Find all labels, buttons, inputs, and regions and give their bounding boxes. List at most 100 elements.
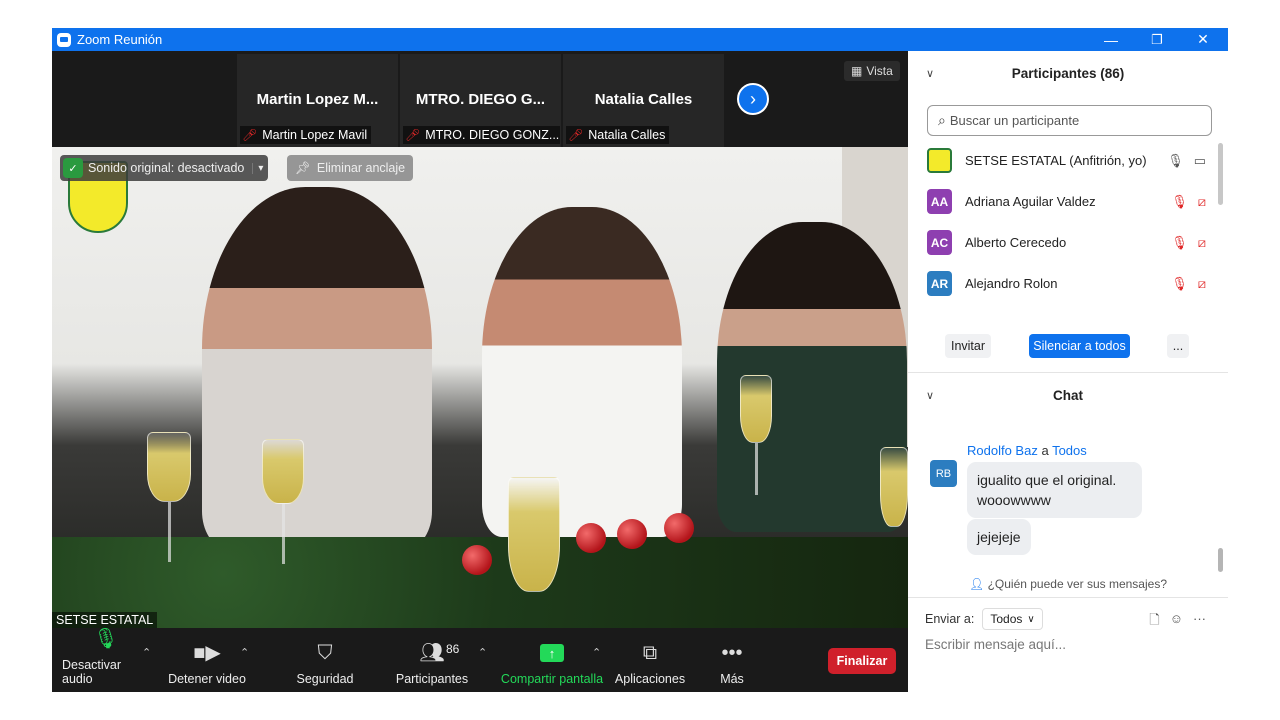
- video-glass: [262, 439, 304, 504]
- person-lock-icon: 👤︎: [968, 577, 985, 591]
- chat-message[interactable]: igualito que el original. wooowwww: [967, 462, 1142, 518]
- chevron-up-icon[interactable]: ⌃: [240, 646, 249, 659]
- avatar: AR: [927, 271, 952, 296]
- avatar: RB: [930, 460, 957, 487]
- video-ornament: [617, 519, 647, 549]
- video-glass-stem: [282, 504, 285, 564]
- scrollbar-thumb[interactable]: [1218, 548, 1223, 572]
- participant-row[interactable]: SETSE ESTATAL (Anfitrión, yo) 🎙︎ ▭: [908, 140, 1228, 181]
- chat-scrollbar[interactable]: [1218, 442, 1223, 572]
- participants-scrollbar[interactable]: [1218, 143, 1223, 319]
- participant-row[interactable]: AC Alberto Cerecedo 🎙︎ ⧄: [908, 222, 1228, 263]
- view-button[interactable]: ▦ Vista: [844, 61, 900, 81]
- participant-tile[interactable]: MTRO. DIEGO G... 🎤︎ MTRO. DIEGO GONZ...: [400, 54, 561, 147]
- tile-label: 🎤︎ Natalia Calles: [566, 126, 670, 144]
- tile-name: MTRO. DIEGO G...: [415, 91, 546, 108]
- original-sound-toggle[interactable]: ✓ Sonido original: desactivado ▾: [60, 155, 269, 181]
- participants-button[interactable]: 👥︎ Participantes: [392, 628, 472, 692]
- unpin-button[interactable]: 📌︎ Eliminar anclaje: [287, 155, 414, 181]
- more-dots-icon[interactable]: ···: [1193, 611, 1206, 633]
- mute-all-button[interactable]: Silenciar a todos: [1029, 334, 1130, 358]
- chevron-down-icon[interactable]: ▾: [252, 162, 268, 174]
- emoji-icon[interactable]: ☺: [1170, 611, 1183, 633]
- tile-label: 🎤︎ MTRO. DIEGO GONZ...: [403, 126, 560, 144]
- avatar: AA: [927, 189, 952, 214]
- participant-row[interactable]: AA Adriana Aguilar Valdez 🎙︎ ⧄: [908, 181, 1228, 222]
- recipient-dropdown[interactable]: Todos ∨: [982, 608, 1043, 630]
- avatar: [927, 148, 952, 173]
- chevron-down-icon[interactable]: ∨: [926, 389, 934, 402]
- video-glass: [740, 375, 772, 443]
- mic-off-icon: 🎙︎: [1171, 234, 1188, 250]
- chevron-up-icon[interactable]: ⌃: [592, 646, 601, 659]
- security-shield-icon: ✓: [63, 158, 83, 178]
- video-glass-stem: [755, 443, 758, 495]
- camera-off-icon: ⧄: [1197, 234, 1206, 250]
- close-button[interactable]: ✕: [1180, 28, 1226, 51]
- sender-to-word: a: [1041, 443, 1049, 458]
- participant-search-input[interactable]: ⌕ Buscar un participante: [927, 105, 1212, 136]
- zoom-window: Zoom Reunión — ❐ ✕ Martin Lopez M... 🎤︎ M…: [52, 28, 1228, 692]
- send-to-label: Enviar a:: [925, 612, 975, 626]
- chevron-down-icon[interactable]: ∨: [926, 67, 934, 80]
- file-icon[interactable]: 🗋: [1149, 611, 1159, 633]
- security-button[interactable]: ⛉ Seguridad: [290, 628, 360, 692]
- microphone-icon: 🎙︎: [1167, 152, 1184, 168]
- mic-off-icon: 🎤︎: [405, 128, 421, 142]
- participant-tile[interactable]: Natalia Calles 🎤︎ Natalia Calles: [563, 54, 724, 147]
- video-camera-icon: ■▶︎: [193, 642, 221, 664]
- sound-label: Sonido original: desactivado: [88, 161, 245, 175]
- chat-message[interactable]: jejejeje: [967, 519, 1031, 555]
- pin-icon: 📌︎: [295, 160, 311, 175]
- tile-name: Martin Lopez M...: [256, 91, 379, 108]
- divider: [908, 372, 1228, 373]
- participants-count: 86: [446, 642, 460, 656]
- chat-message-input[interactable]: Escribir mensaje aquí...: [925, 637, 1066, 652]
- chevron-up-icon[interactable]: ⌃: [142, 646, 151, 659]
- chevron-right-icon[interactable]: ›: [737, 83, 769, 115]
- more-options-button[interactable]: ...: [1167, 334, 1189, 358]
- meeting-toolbar: 🎙︎ Desactivar audio ⌃ ■▶︎ Detener video …: [52, 628, 908, 692]
- main-video: ✓ Sonido original: desactivado ▾ 📌︎ Elim…: [52, 147, 908, 628]
- restore-button[interactable]: ❐: [1134, 28, 1180, 51]
- side-panel: ∨ Participantes (86) ⌕ Buscar un partici…: [908, 51, 1228, 692]
- mic-off-icon: 🎙︎: [1171, 193, 1188, 209]
- participant-list: SETSE ESTATAL (Anfitrión, yo) 🎙︎ ▭ AA Adr…: [908, 140, 1228, 318]
- chat-tools: 🗋 ☺ ···: [1149, 611, 1206, 633]
- participant-tile[interactable]: Martin Lopez M... 🎤︎ Martin Lopez Mavil: [237, 54, 398, 147]
- tile-label: 🎤︎ Martin Lopez Mavil: [240, 126, 372, 144]
- zoom-logo-icon: [57, 32, 71, 47]
- mic-off-icon: 🎤︎: [242, 128, 258, 142]
- invite-button[interactable]: Invitar: [945, 334, 991, 358]
- video-ornament: [462, 545, 492, 575]
- more-button[interactable]: ••• Más: [710, 628, 754, 692]
- share-screen-button[interactable]: ↑ Compartir pantalla: [500, 628, 604, 692]
- camera-off-icon: ⧄: [1197, 275, 1206, 291]
- microphone-icon: 🎙︎: [93, 628, 119, 650]
- participant-strip: Martin Lopez M... 🎤︎ Martin Lopez Mavil M…: [52, 51, 908, 147]
- scrollbar-thumb[interactable]: [1218, 143, 1223, 205]
- end-meeting-button[interactable]: Finalizar: [828, 648, 896, 674]
- more-dots-icon: •••: [721, 642, 743, 664]
- avatar: AC: [927, 230, 952, 255]
- recipient-name[interactable]: Todos: [1052, 443, 1087, 458]
- camera-off-icon: ⧄: [1197, 193, 1206, 209]
- sender-name[interactable]: Rodolfo Baz: [967, 443, 1038, 458]
- minimize-button[interactable]: —: [1088, 28, 1134, 51]
- chevron-down-icon: ∨: [1027, 613, 1035, 625]
- participant-row[interactable]: AR Alejandro Rolon 🎙︎ ⧄: [908, 263, 1228, 304]
- chevron-up-icon[interactable]: ⌃: [478, 646, 487, 659]
- video-button[interactable]: ■▶︎ Detener video: [168, 628, 246, 692]
- apps-icon: ⧉: [642, 642, 658, 664]
- video-glass-stem: [168, 502, 171, 562]
- search-icon: ⌕: [938, 112, 946, 128]
- video-glass: [147, 432, 191, 502]
- audio-button[interactable]: 🎙︎ Desactivar audio: [62, 628, 150, 692]
- video-glass: [508, 477, 560, 592]
- meeting-area: Martin Lopez M... 🎤︎ Martin Lopez Mavil M…: [52, 51, 908, 692]
- tile-name: Natalia Calles: [594, 91, 693, 108]
- apps-button[interactable]: ⧉ Aplicaciones: [614, 628, 686, 692]
- who-can-see-link[interactable]: 👤︎ ¿Quién puede ver sus mensajes?: [908, 577, 1228, 591]
- participants-icon: 👥︎: [419, 642, 445, 664]
- video-ornament: [576, 523, 606, 553]
